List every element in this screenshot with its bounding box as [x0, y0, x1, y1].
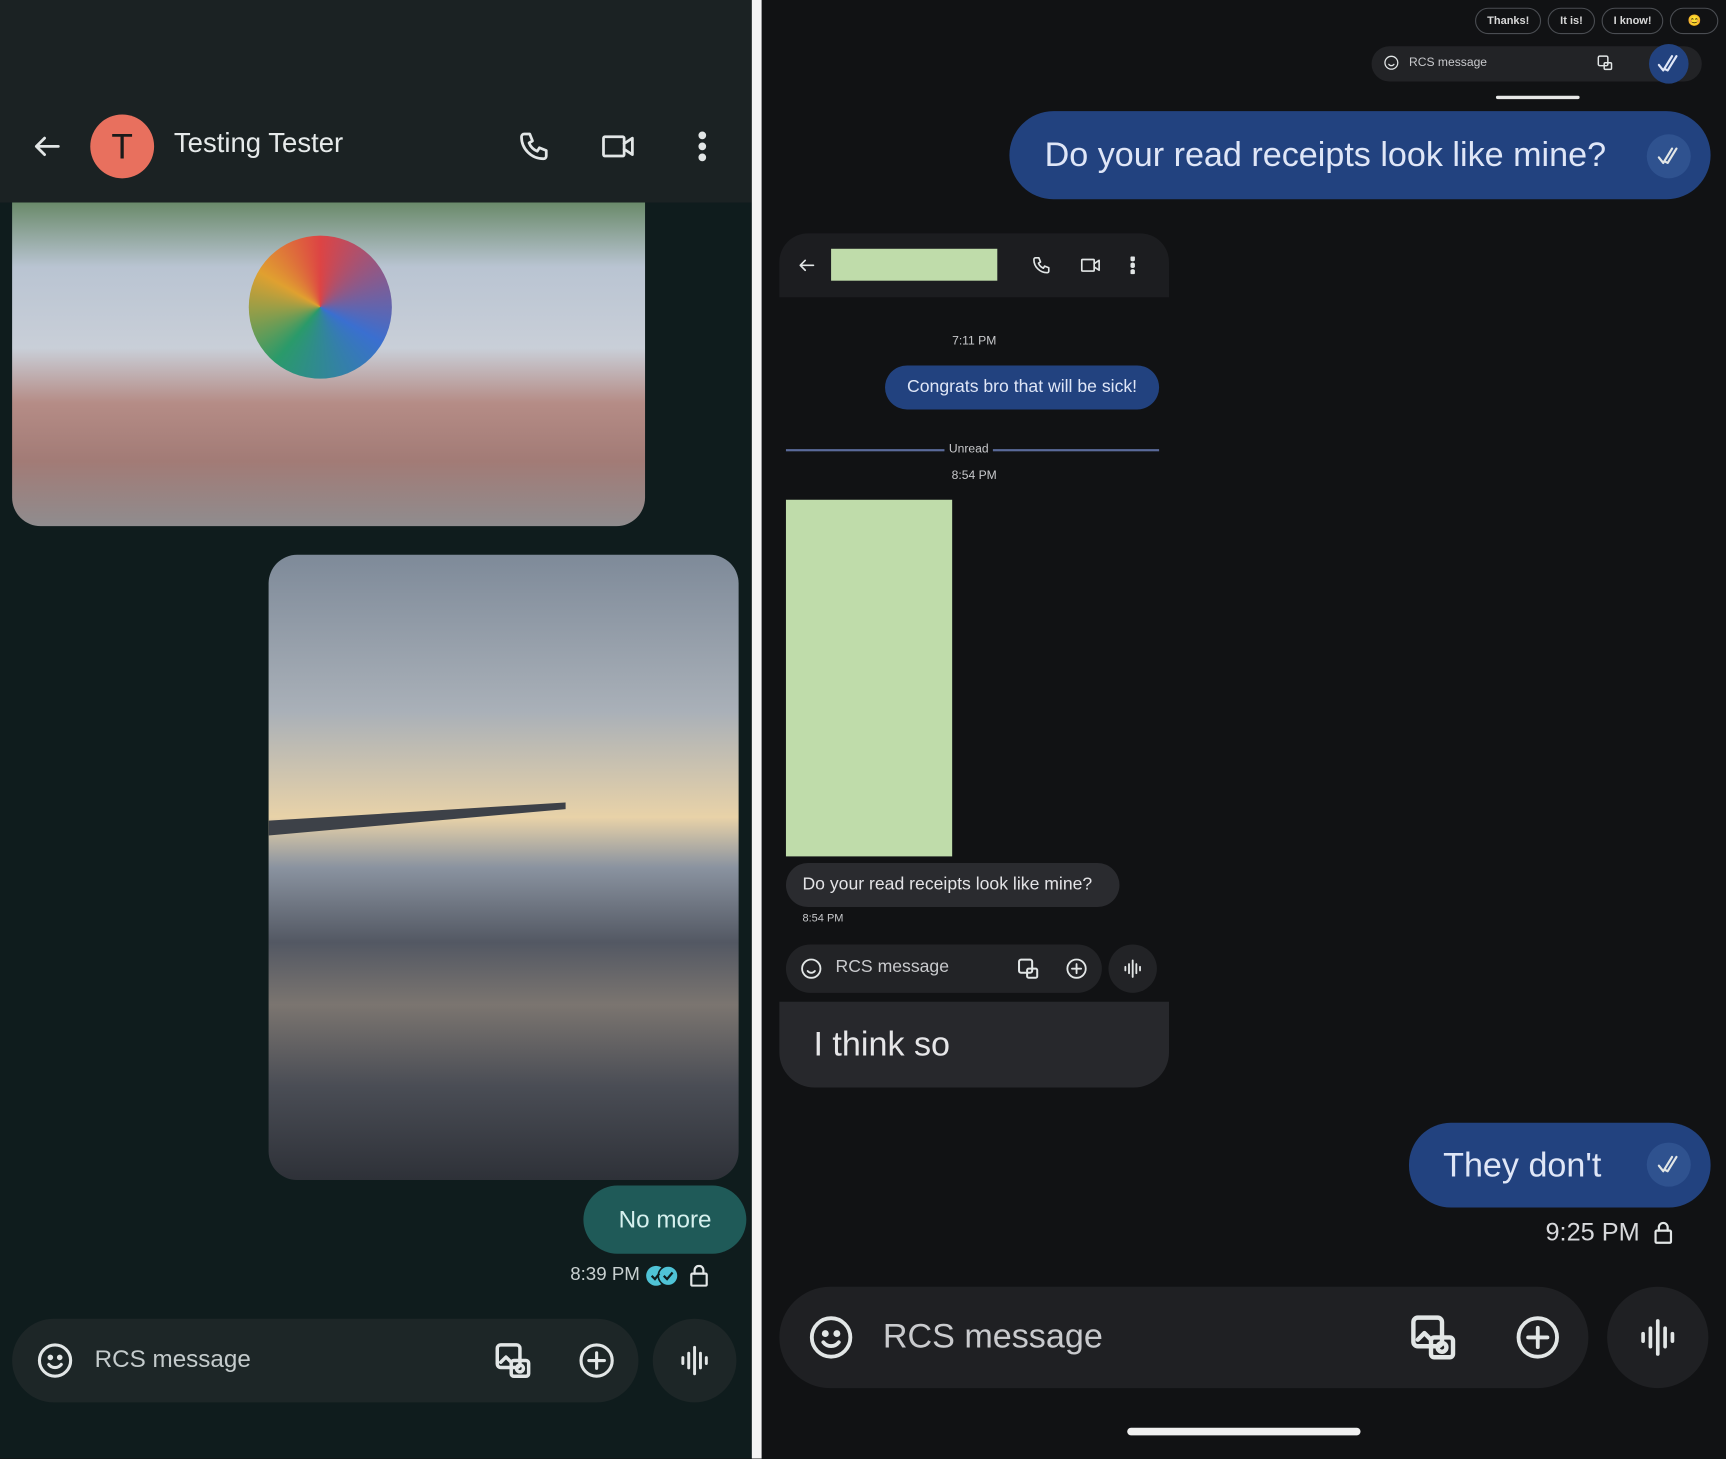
divider [751, 0, 762, 1459]
video-icon [1078, 253, 1104, 277]
avatar-letter: T [111, 126, 133, 166]
timestamp: 8:54 PM [951, 468, 997, 483]
add-icon[interactable] [575, 1339, 619, 1383]
read-receipt-icon [1646, 134, 1691, 179]
emoji-icon[interactable] [806, 1312, 857, 1363]
message-bubble: Do your read receipts look like mine? [785, 863, 1120, 908]
message-text: No more [618, 1205, 712, 1233]
message-bubble[interactable]: No more [583, 1185, 747, 1254]
message-time: 8:39 PM [570, 1263, 640, 1285]
timestamp: 7:11 PM [952, 334, 997, 348]
phone-icon[interactable] [513, 125, 555, 167]
message-text: I think so [813, 1024, 951, 1064]
lock-icon [1651, 1220, 1675, 1246]
smart-reply-chips: Thanks! It is! I know! 😊 [1475, 7, 1719, 35]
message-time: 9:25 PM [1545, 1217, 1640, 1247]
emoji-icon[interactable] [33, 1339, 77, 1383]
message-text: Do your read receipts look like mine? [1044, 135, 1607, 174]
more-vert-icon[interactable] [689, 125, 715, 167]
message-text: Do your read receipts look like mine? [802, 875, 1093, 894]
contact-name[interactable]: Testing Tester [174, 128, 343, 160]
compose-placeholder: RCS message [835, 957, 950, 977]
waveform-icon [1108, 944, 1157, 993]
message-text: They don't [1443, 1145, 1602, 1184]
message-input[interactable]: RCS message [883, 1317, 1103, 1357]
avatar[interactable]: T [90, 114, 155, 179]
add-icon [1064, 957, 1088, 981]
mini-compose-placeholder[interactable]: RCS message [1409, 56, 1487, 69]
read-receipt-icon [645, 1265, 680, 1287]
voice-message-button[interactable] [652, 1318, 737, 1403]
read-receipt-icon [1648, 44, 1689, 84]
phone-icon [1029, 253, 1053, 277]
redacted-image [785, 499, 953, 857]
message-bubble: Congrats bro that will be sick! [885, 365, 1160, 410]
airplane-wing-photo[interactable] [268, 554, 739, 1181]
message-text: Congrats bro that will be sick! [907, 377, 1138, 397]
embedded-screenshot: 7:11 PM Congrats bro that will be sick! … [779, 233, 1170, 1088]
sculpture-photo[interactable] [12, 202, 646, 527]
gallery-icon[interactable] [1405, 1309, 1462, 1366]
gesture-bar [1127, 1427, 1361, 1436]
more-vert-icon [1127, 253, 1138, 277]
lock-icon [687, 1264, 711, 1288]
video-icon[interactable] [597, 125, 641, 167]
message-bubble[interactable]: Do your read receipts look like mine? [1009, 111, 1711, 200]
redacted-contact-name [831, 248, 998, 281]
back-arrow-icon[interactable] [26, 125, 68, 167]
left-screen: T Testing Tester No more 8:39 PM RCS mes… [0, 0, 752, 1459]
waveform-icon [1641, 1319, 1675, 1356]
gallery-icon [1015, 955, 1041, 981]
emoji-icon [799, 957, 823, 981]
waveform-icon [681, 1345, 708, 1376]
voice-message-button[interactable] [1607, 1286, 1709, 1389]
message-time: 8:54 PM [802, 912, 844, 925]
add-icon[interactable] [1512, 1312, 1563, 1363]
unread-label: Unread [944, 442, 993, 456]
read-receipt-icon [1646, 1142, 1691, 1187]
smart-reply-chip[interactable]: I know! [1601, 7, 1664, 35]
gallery-icon[interactable] [489, 1336, 537, 1384]
smart-reply-chip[interactable]: Thanks! [1475, 7, 1542, 35]
right-screen: Thanks! It is! I know! 😊 RCS message Do … [761, 0, 1726, 1459]
smart-reply-chip[interactable]: It is! [1548, 7, 1595, 35]
gallery-icon[interactable] [1595, 53, 1615, 73]
message-bubble[interactable]: I think so [779, 1001, 1170, 1088]
emoji-icon[interactable] [1383, 54, 1401, 72]
back-arrow-icon [795, 253, 819, 277]
smart-reply-emoji-chip[interactable]: 😊 [1670, 7, 1719, 35]
message-input[interactable]: RCS message [95, 1345, 251, 1374]
gesture-bar [1495, 95, 1580, 100]
